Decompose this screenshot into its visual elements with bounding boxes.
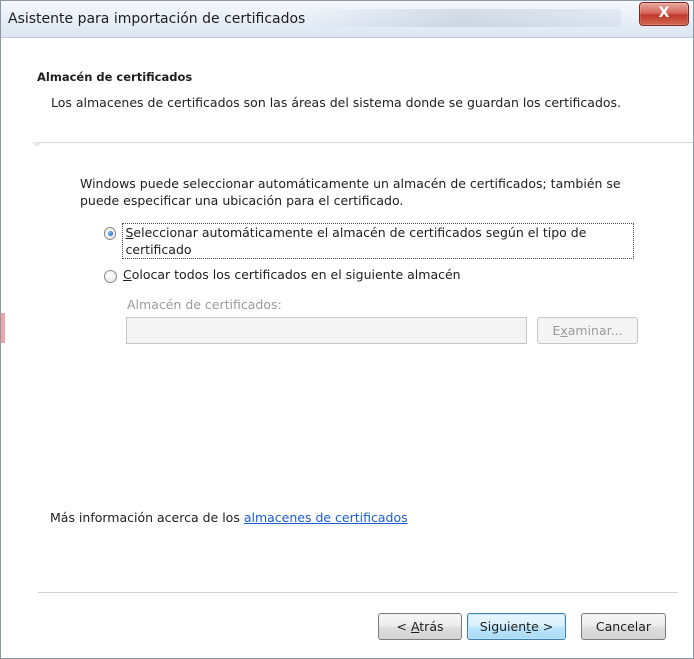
footer-divider	[38, 592, 678, 593]
browse-button[interactable]: Examinar...	[537, 317, 638, 344]
option-manual-label[interactable]: Colocar todos los certificados en el sig…	[123, 266, 461, 283]
wizard-window: Asistente para importación de certificad…	[0, 0, 694, 659]
next-button[interactable]: Siguiente >	[467, 613, 566, 640]
cancel-button[interactable]: Cancelar	[581, 613, 666, 640]
back-button[interactable]: < Atrás	[378, 613, 462, 640]
close-icon: X	[658, 5, 670, 21]
radio-checked-icon[interactable]	[104, 227, 117, 240]
store-field-label: Almacén de certificados:	[127, 297, 282, 312]
title-bar-background-blur	[301, 9, 621, 27]
more-info-text: Más información acerca de los almacenes …	[50, 510, 408, 525]
option-manual[interactable]: Colocar todos los certificados en el sig…	[104, 266, 634, 283]
window-title: Asistente para importación de certificad…	[8, 11, 306, 27]
title-bar[interactable]: Asistente para importación de certificad…	[1, 1, 693, 38]
page-title: Almacén de certificados	[37, 70, 193, 84]
more-info-link[interactable]: almacenes de certificados	[244, 510, 408, 525]
intro-text: Windows puede seleccionar automáticament…	[80, 176, 621, 208]
radio-unchecked-icon[interactable]	[104, 270, 117, 283]
option-automatic[interactable]: Seleccionar automáticamente el almacén d…	[104, 223, 634, 259]
wizard-header: Almacén de certificados Los almacenes de…	[1, 38, 693, 142]
store-input[interactable]	[126, 317, 527, 344]
option-automatic-label[interactable]: Seleccionar automáticamente el almacén d…	[122, 223, 634, 259]
header-divider	[38, 142, 693, 143]
page-description: Los almacenes de certificados son las ár…	[51, 95, 622, 110]
watermark-mark	[1, 313, 5, 343]
close-button[interactable]: X	[639, 2, 689, 26]
